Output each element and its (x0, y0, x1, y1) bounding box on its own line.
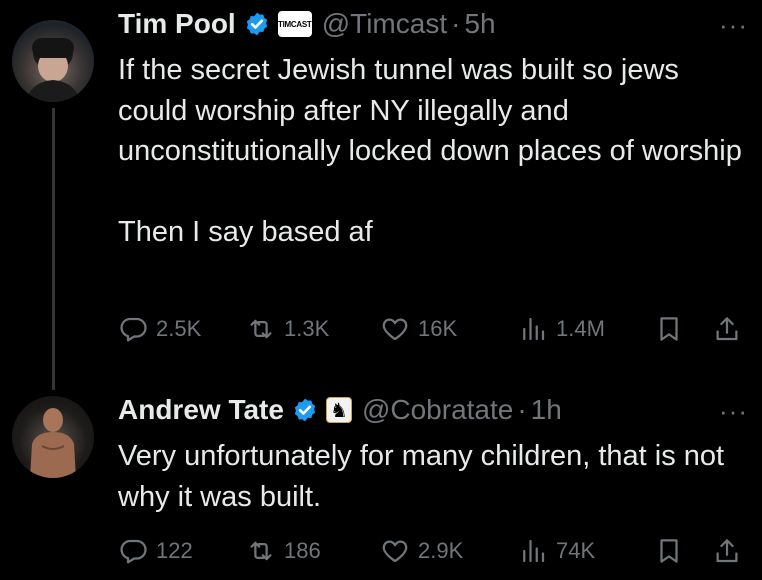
reply-button[interactable]: 122 (118, 536, 246, 566)
like-button[interactable]: 16K (380, 314, 518, 344)
separator: · (451, 8, 461, 39)
views-icon (523, 317, 545, 341)
tweet-text: If the secret Jewish tunnel was built so… (118, 50, 748, 252)
bookmark-button[interactable] (654, 314, 712, 344)
like-button[interactable]: 2.9K (380, 536, 518, 566)
views-icon (523, 539, 545, 563)
handle[interactable]: @Timcast (322, 8, 447, 40)
thread-connector (52, 108, 55, 390)
affiliate-badge[interactable]: ♞ (325, 397, 352, 423)
repost-icon (250, 541, 272, 561)
tweet-paragraph: Very unfortunately for many children, th… (118, 440, 725, 513)
repost-count: 186 (284, 538, 321, 563)
heart-icon (382, 540, 408, 563)
repost-count: 1.3K (284, 316, 330, 341)
heart-icon (382, 318, 408, 341)
tweet-text: Very unfortunately for many children, th… (118, 436, 748, 517)
repost-icon (250, 319, 272, 339)
reply-icon (120, 539, 147, 564)
tweet-header: Tim Pool TIMCAST @Timcast · 5h (118, 8, 496, 40)
like-count: 2.9K (418, 538, 464, 563)
timestamp[interactable]: 1h (531, 394, 562, 426)
reply-button[interactable]: 2.5K (118, 314, 246, 344)
view-count: 1.4M (556, 316, 605, 341)
reply-count: 2.5K (156, 316, 202, 341)
views-button[interactable]: 1.4M (518, 314, 654, 344)
like-count: 16K (418, 316, 458, 341)
repost-button[interactable]: 186 (246, 536, 380, 566)
more-options-icon[interactable]: ··· (719, 10, 748, 41)
separator: · (517, 394, 527, 425)
share-button[interactable] (712, 314, 742, 344)
view-count: 74K (556, 538, 596, 563)
reply-count: 122 (156, 538, 193, 563)
share-icon (716, 317, 738, 341)
verified-badge-icon (294, 398, 316, 422)
repost-button[interactable]: 1.3K (246, 314, 380, 344)
bookmark-button[interactable] (654, 536, 712, 566)
verified-badge-icon (246, 12, 267, 36)
affiliate-badge[interactable]: TIMCAST (277, 11, 312, 37)
more-options-icon[interactable]: ··· (719, 396, 748, 427)
bookmark-icon (660, 539, 678, 563)
tweet[interactable]: Tim Pool TIMCAST @Timcast · 5h ··· If th… (0, 0, 762, 390)
tweet-paragraph: Then I say based af (118, 215, 373, 248)
avatar[interactable] (12, 396, 94, 478)
action-bar: 122 186 2.9K 74K (118, 536, 748, 566)
action-bar: 2.5K 1.3K 16K 1.4M (118, 314, 748, 344)
display-name[interactable]: Andrew Tate (118, 394, 284, 426)
views-button[interactable]: 74K (518, 536, 654, 566)
tweet-paragraph: If the secret Jewish tunnel was built so… (118, 54, 742, 167)
tweet-header: Andrew Tate ♞ @Cobratate · 1h (118, 394, 562, 426)
timestamp[interactable]: 5h (464, 8, 495, 40)
handle[interactable]: @Cobratate (362, 394, 513, 426)
share-icon (716, 539, 738, 563)
reply-icon (120, 317, 147, 342)
share-button[interactable] (712, 536, 742, 566)
bookmark-icon (660, 317, 678, 341)
avatar[interactable] (12, 20, 94, 102)
display-name[interactable]: Tim Pool (118, 8, 236, 40)
tweet[interactable]: Andrew Tate ♞ @Cobratate · 1h ··· Very u… (0, 380, 762, 580)
